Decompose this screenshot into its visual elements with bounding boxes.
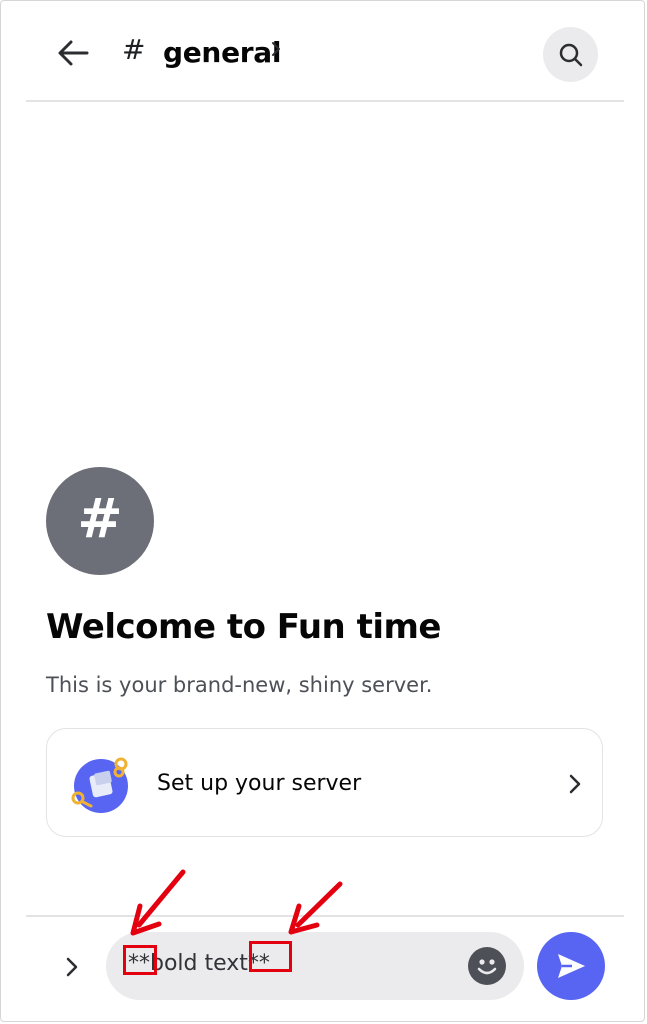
hash-icon: # (77, 487, 123, 550)
setup-server-card[interactable]: Set up your server (46, 728, 603, 837)
header-divider (26, 100, 624, 102)
back-button[interactable] (50, 30, 96, 76)
composer-divider (26, 915, 624, 917)
send-button[interactable] (537, 932, 605, 1000)
smiley-face-icon (477, 959, 497, 975)
search-button[interactable] (543, 27, 598, 82)
annotation-box-opening-asterisks (123, 945, 157, 975)
chevron-right-icon[interactable] (270, 40, 282, 58)
channel-hash-icon: # (122, 33, 146, 66)
search-icon (559, 43, 582, 66)
send-icon (558, 954, 585, 978)
chevron-right-icon (569, 774, 581, 794)
expand-actions-button[interactable] (55, 950, 89, 984)
channel-header: # general (0, 0, 647, 102)
channel-avatar: # (46, 467, 154, 575)
annotation-box-closing-asterisks (249, 941, 292, 972)
chevron-right-icon (66, 957, 78, 977)
welcome-subtitle: This is your brand-new, shiny server. (46, 673, 433, 697)
setup-server-label: Set up your server (157, 771, 362, 796)
server-setup-illustration-icon (71, 757, 128, 813)
channel-name[interactable]: general (163, 36, 281, 69)
message-input[interactable]: **bold text** (106, 932, 524, 1000)
emoji-button[interactable] (468, 947, 506, 985)
welcome-title: Welcome to Fun time (46, 607, 441, 647)
arrow-left-icon (58, 40, 89, 66)
